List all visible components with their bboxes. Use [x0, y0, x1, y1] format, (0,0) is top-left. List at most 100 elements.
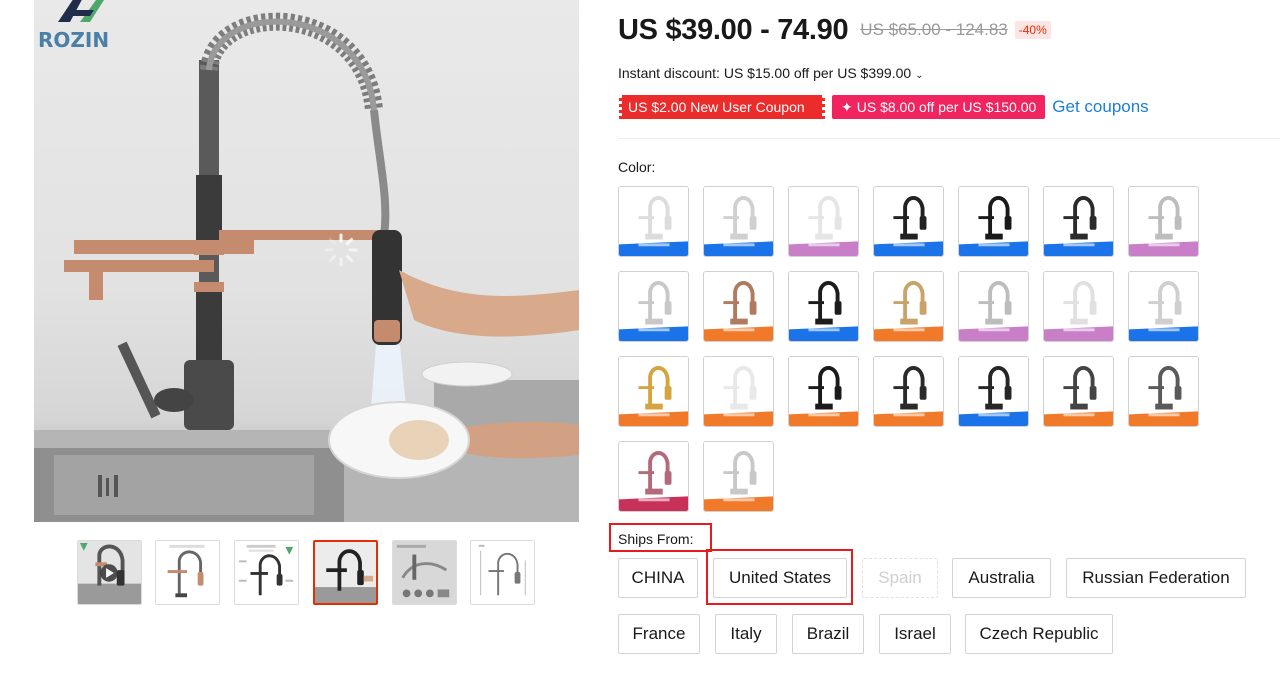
ship-option-label: Russian Federation [1082, 568, 1230, 587]
ships-from-label: Ships From: [618, 531, 694, 547]
color-swatch-image [1044, 357, 1113, 426]
ship-option-israel[interactable]: Israel [879, 614, 951, 654]
color-swatch-image [1129, 187, 1198, 256]
color-swatch-image [789, 272, 858, 341]
faucet-diagram-thumbnail[interactable] [234, 540, 299, 605]
original-price: US $65.00 - 124.83 [860, 20, 1008, 39]
brand-logo: ROZIN [36, 0, 126, 52]
coupon-row: US $2.00 New User Coupon ✦ US $8.00 off p… [619, 95, 1149, 119]
color-swatch-image [1129, 357, 1198, 426]
color-swatch[interactable] [958, 271, 1029, 342]
black-faucet-thumbnail[interactable] [313, 540, 378, 605]
ship-option-label: Brazil [806, 624, 850, 643]
color-swatch[interactable] [618, 356, 689, 427]
color-swatch[interactable] [958, 186, 1029, 257]
accessories-thumbnail-image [393, 541, 456, 604]
instant-discount-text: Instant discount: US $15.00 off per US $… [618, 65, 912, 81]
brand-logo-icon [58, 0, 104, 22]
brand-name: ROZIN [38, 28, 110, 52]
dimensions-thumbnail-image [471, 541, 534, 604]
color-swatch-image [874, 272, 943, 341]
ship-option-label: Italy [730, 624, 762, 643]
new-user-coupon[interactable]: US $2.00 New User Coupon [619, 95, 825, 119]
color-swatch-image [959, 357, 1028, 426]
black-faucet-thumbnail-image [315, 542, 376, 603]
color-swatch[interactable] [788, 356, 859, 427]
rose-gold-faucet-thumbnail[interactable] [155, 540, 220, 605]
loading-spinner-icon [324, 233, 358, 267]
color-swatch-image [619, 357, 688, 426]
color-swatch[interactable] [1128, 186, 1199, 257]
chevron-down-icon: ⌄ [915, 70, 924, 81]
color-swatch[interactable] [873, 186, 944, 257]
ship-option-label: Australia [968, 568, 1035, 587]
color-swatch[interactable] [703, 186, 774, 257]
color-swatch-image [704, 272, 773, 341]
store-coupon[interactable]: ✦ US $8.00 off per US $150.00 [832, 95, 1046, 119]
color-swatch-image [704, 442, 773, 511]
color-swatch-image [789, 357, 858, 426]
instant-discount[interactable]: Instant discount: US $15.00 off per US $… [618, 65, 924, 81]
color-swatch-image [1044, 272, 1113, 341]
color-swatch-image [619, 187, 688, 256]
color-swatch-image [874, 187, 943, 256]
rose-gold-faucet-thumbnail-image [156, 541, 219, 604]
ship-option-label: Czech Republic [979, 624, 1099, 643]
accessories-thumbnail[interactable] [392, 540, 457, 605]
new-user-coupon-label: US $2.00 New User Coupon [628, 99, 805, 115]
ship-option-label: CHINA [631, 568, 685, 587]
color-swatch[interactable] [873, 356, 944, 427]
current-price: US $39.00 - 74.90 [618, 13, 849, 46]
price-row: US $39.00 - 74.90 US $65.00 - 124.83 -40… [618, 12, 1051, 48]
color-swatch[interactable] [1128, 271, 1199, 342]
color-label: Color: [618, 159, 656, 175]
discount-badge: -40% [1014, 21, 1051, 39]
color-swatch[interactable] [1043, 271, 1114, 342]
color-swatch[interactable] [1043, 356, 1114, 427]
color-swatch-image [704, 357, 773, 426]
ship-option-czech-republic[interactable]: Czech Republic [965, 614, 1113, 654]
color-swatch-image [704, 187, 773, 256]
ship-option-australia[interactable]: Australia [952, 558, 1051, 598]
color-swatch-image [619, 272, 688, 341]
main-product-image[interactable]: ROZIN [34, 0, 579, 522]
video-thumbnail-image [78, 541, 141, 604]
get-coupons-link[interactable]: Get coupons [1052, 97, 1148, 117]
color-swatch[interactable] [703, 441, 774, 512]
faucet-photo [34, 12, 579, 522]
color-swatch-image [1044, 187, 1113, 256]
sparkle-icon: ✦ [841, 99, 853, 115]
ship-option-brazil[interactable]: Brazil [792, 614, 864, 654]
video-thumbnail[interactable] [77, 540, 142, 605]
color-swatch[interactable] [873, 271, 944, 342]
color-swatch[interactable] [958, 356, 1029, 427]
color-swatch-image [619, 442, 688, 511]
ship-option-italy[interactable]: Italy [715, 614, 777, 654]
ship-option-label: Israel [894, 624, 936, 643]
store-coupon-label: US $8.00 off per US $150.00 [856, 99, 1037, 115]
color-swatch[interactable] [788, 271, 859, 342]
color-swatch[interactable] [788, 186, 859, 257]
color-swatch[interactable] [703, 356, 774, 427]
ship-option-spain: Spain [862, 558, 938, 598]
ship-option-france[interactable]: France [618, 614, 700, 654]
color-swatch[interactable] [618, 441, 689, 512]
color-swatch-image [1129, 272, 1198, 341]
ship-option-label: United States [728, 568, 832, 587]
color-swatch[interactable] [1043, 186, 1114, 257]
ship-option-china[interactable]: CHINA [618, 558, 698, 598]
section-divider [618, 138, 1280, 139]
color-swatch[interactable] [618, 271, 689, 342]
color-swatch-image [789, 187, 858, 256]
color-swatch-image [959, 272, 1028, 341]
ship-option-label: Spain [878, 568, 922, 587]
ship-option-united-states[interactable]: United States [713, 558, 847, 598]
color-swatch[interactable] [618, 186, 689, 257]
color-swatch-image [959, 187, 1028, 256]
faucet-diagram-thumbnail-image [235, 541, 298, 604]
dimensions-thumbnail[interactable] [470, 540, 535, 605]
ship-option-label: France [632, 624, 686, 643]
color-swatch[interactable] [1128, 356, 1199, 427]
color-swatch[interactable] [703, 271, 774, 342]
ship-option-russian-federation[interactable]: Russian Federation [1066, 558, 1246, 598]
